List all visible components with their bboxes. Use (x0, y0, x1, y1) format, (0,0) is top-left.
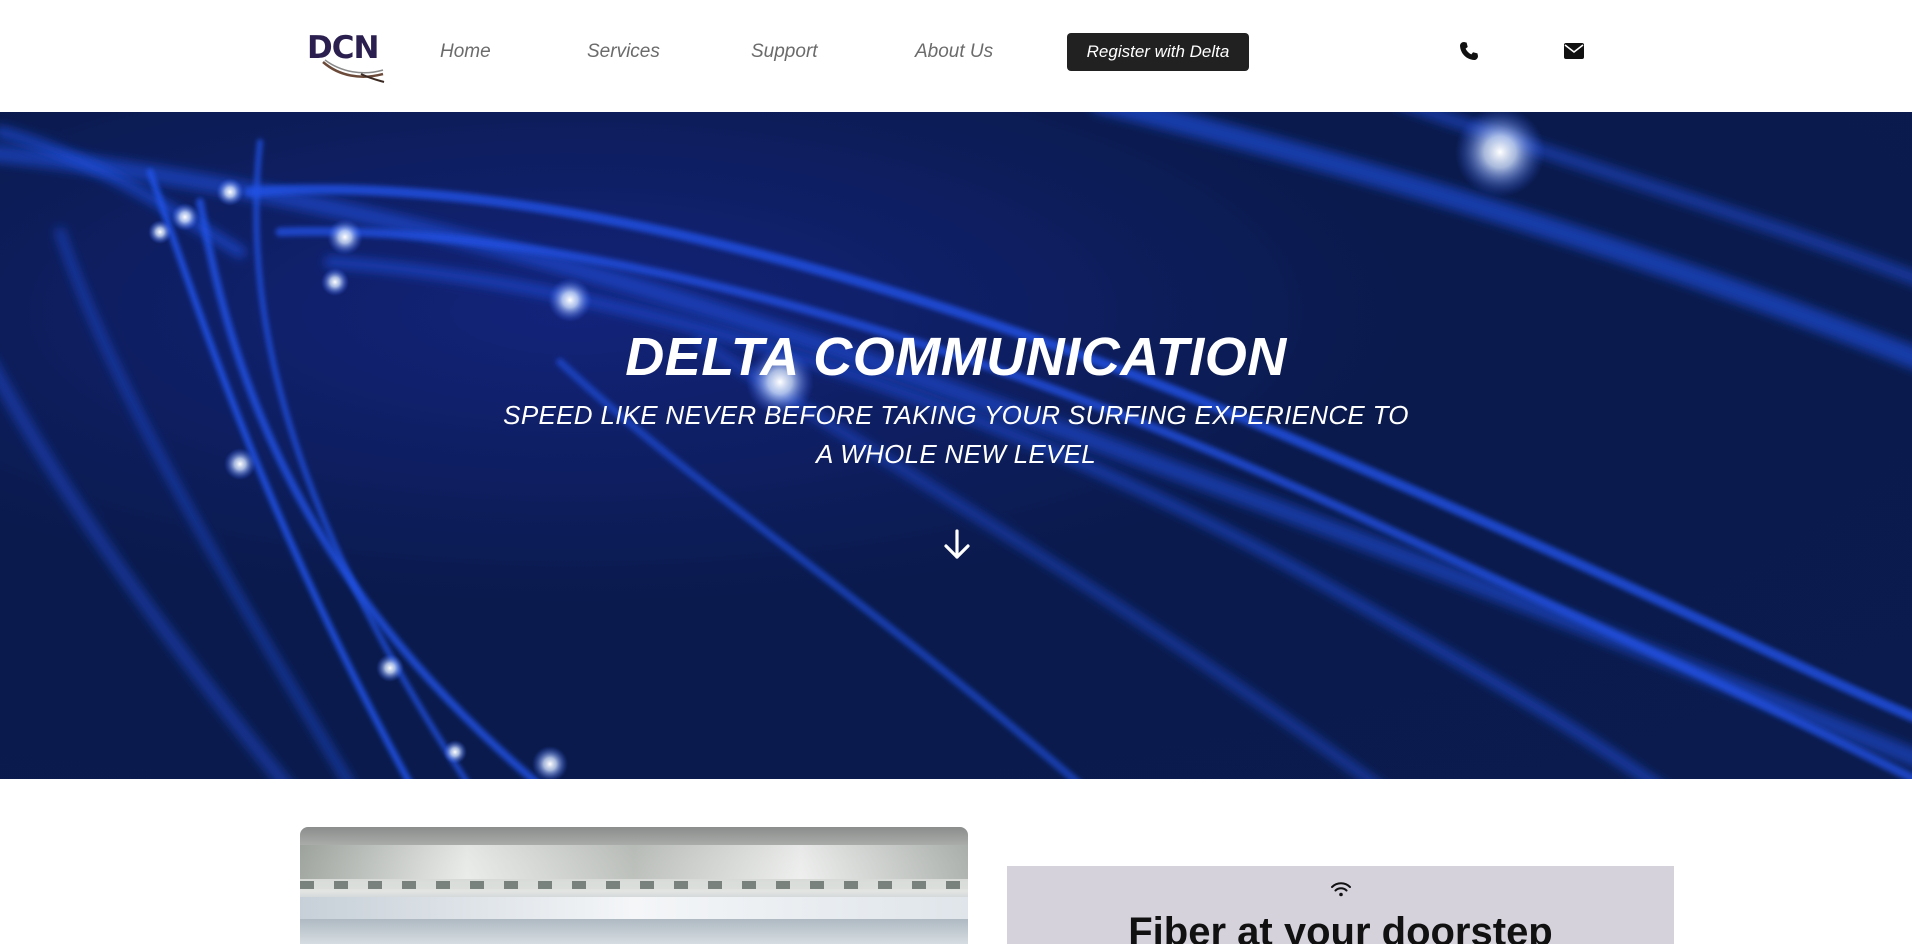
arrow-down-icon (944, 529, 970, 559)
register-button[interactable]: Register with Delta (1067, 33, 1249, 71)
nav-home[interactable]: Home (440, 41, 491, 63)
phone-button[interactable] (1456, 38, 1482, 64)
feature-title: Fiber at your doorstep (1128, 910, 1553, 944)
phone-icon (1460, 42, 1478, 60)
site-header: DCN Home Services Support About Us Regis… (0, 0, 1912, 112)
nav-support[interactable]: Support (751, 41, 818, 63)
hero-title: DELTA COMMUNICATION (625, 327, 1287, 387)
email-button[interactable] (1561, 38, 1587, 64)
scroll-down-button[interactable] (941, 528, 973, 562)
fiber-cable-logo-graphic (322, 59, 385, 83)
wifi-icon (1331, 882, 1351, 897)
envelope-icon (1564, 43, 1584, 59)
fiber-feature-card: Fiber at your doorstep (1007, 866, 1674, 944)
nav-about-us[interactable]: About Us (915, 41, 993, 63)
hero-banner: DELTA COMMUNICATION SPEED LIKE NEVER BEF… (0, 112, 1912, 779)
nav-services[interactable]: Services (587, 41, 660, 63)
hero-subtitle: SPEED LIKE NEVER BEFORE TAKING YOUR SURF… (503, 400, 1409, 469)
dcn-logo[interactable]: DCN (307, 30, 387, 84)
network-switch-photo (300, 827, 968, 944)
